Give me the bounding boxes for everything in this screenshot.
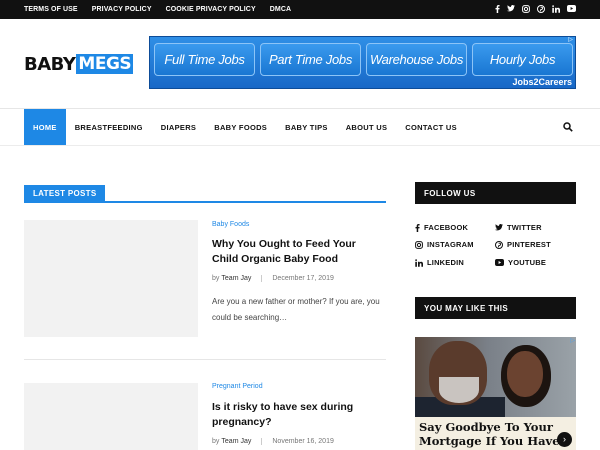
post-meta: by Team Jay December 17, 2019	[212, 275, 334, 282]
instagram-icon[interactable]	[522, 4, 530, 15]
nav-divider	[0, 145, 600, 146]
post-category[interactable]: Baby Foods	[212, 221, 249, 228]
post-by: by	[212, 275, 220, 282]
follow-youtube-link[interactable]: YOUTUBE	[495, 258, 546, 267]
post-item: Baby Foods Why You Ought to Feed Your Ch…	[24, 220, 386, 337]
follow-facebook-label: FACEBOOK	[424, 223, 469, 232]
pinterest-icon	[495, 240, 503, 249]
follow-facebook-link[interactable]: FACEBOOK	[415, 223, 468, 232]
ad-photo-woman	[507, 351, 543, 397]
nav-contact-us[interactable]: CONTACT US	[396, 109, 466, 145]
top-bar: TERMS OF USE PRIVACY POLICY COOKIE PRIVA…	[0, 0, 600, 19]
nav-baby-foods[interactable]: BABY FOODS	[205, 109, 276, 145]
logo-text-megs: MEGS	[76, 54, 134, 74]
meta-separator	[261, 275, 263, 282]
site-logo[interactable]: BABY MEGS	[24, 53, 134, 75]
post-date: December 17, 2019	[272, 275, 334, 282]
cookie-privacy-policy-link[interactable]: COOKIE PRIVACY POLICY	[166, 6, 256, 13]
post-author[interactable]: Team Jay	[221, 275, 251, 282]
dmca-link[interactable]: DMCA	[270, 6, 291, 13]
logo-text-baby: BABY	[24, 53, 76, 75]
follow-instagram-link[interactable]: INSTAGRAM	[415, 240, 474, 249]
linkedin-icon[interactable]	[552, 4, 560, 15]
post-excerpt: Are you a new father or mother? If you a…	[212, 297, 380, 322]
meta-separator	[261, 438, 263, 445]
youtube-icon[interactable]	[567, 5, 576, 14]
nav-home[interactable]: HOME	[24, 109, 66, 145]
post-category[interactable]: Pregnant Period	[212, 383, 263, 390]
follow-linkedin-label: LINKEDIN	[427, 258, 465, 267]
twitter-icon[interactable]	[507, 5, 515, 14]
privacy-policy-link[interactable]: PRIVACY POLICY	[92, 6, 152, 13]
nav-baby-tips[interactable]: BABY TIPS	[276, 109, 337, 145]
follow-twitter-link[interactable]: TWITTER	[495, 223, 542, 232]
youtube-icon	[495, 259, 504, 266]
ad-full-time-jobs-button[interactable]: Full Time Jobs	[154, 43, 255, 76]
ad-photo-beard	[439, 377, 479, 403]
follow-pinterest-label: PINTEREST	[507, 240, 551, 249]
post-thumbnail[interactable]	[24, 220, 198, 337]
facebook-icon[interactable]	[495, 4, 500, 15]
post-title[interactable]: Why You Ought to Feed Your Child Organic…	[212, 237, 384, 267]
nav-about-us[interactable]: ABOUT US	[337, 109, 397, 145]
follow-youtube-label: YOUTUBE	[508, 258, 547, 267]
post-divider	[24, 359, 386, 360]
ad-caption: Say Goodbye To Your Mortgage If You Have	[415, 417, 576, 450]
follow-instagram-label: INSTAGRAM	[427, 240, 474, 249]
post-title[interactable]: Is it risky to have sex during pregnancy…	[212, 400, 384, 430]
post-item: Pregnant Period Is it risky to have sex …	[24, 383, 386, 450]
ad-choices-icon[interactable]: ▷	[570, 337, 575, 344]
instagram-icon	[415, 240, 423, 249]
nav-diapers[interactable]: DIAPERS	[152, 109, 205, 145]
chevron-right-icon[interactable]: ›	[557, 432, 572, 447]
follow-us-title: FOLLOW US	[415, 182, 576, 204]
ad-brand: Jobs2Careers	[512, 77, 572, 87]
ad-warehouse-jobs-button[interactable]: Warehouse Jobs	[366, 43, 467, 76]
latest-posts-label: LATEST POSTS	[24, 184, 106, 203]
top-social-icons	[495, 0, 576, 19]
post-author[interactable]: Team Jay	[221, 438, 251, 445]
top-links: TERMS OF USE PRIVACY POLICY COOKIE PRIVA…	[24, 0, 305, 19]
post-date: November 16, 2019	[272, 438, 334, 445]
you-may-like-title: YOU MAY LIKE THIS	[415, 297, 576, 319]
search-icon[interactable]	[563, 122, 573, 132]
ad-hourly-jobs-button[interactable]: Hourly Jobs	[472, 43, 573, 76]
follow-linkedin-link[interactable]: LINKEDIN	[415, 258, 464, 267]
linkedin-icon	[415, 258, 423, 267]
twitter-icon	[495, 224, 503, 231]
sidebar-ad[interactable]: ▷ Say Goodbye To Your Mortgage If You Ha…	[415, 337, 576, 450]
pinterest-icon[interactable]	[537, 4, 545, 15]
follow-pinterest-link[interactable]: PINTEREST	[495, 240, 551, 249]
facebook-icon	[415, 223, 420, 232]
ad-part-time-jobs-button[interactable]: Part Time Jobs	[260, 43, 361, 76]
latest-posts-heading: LATEST POSTS	[24, 183, 386, 203]
post-thumbnail[interactable]	[24, 383, 198, 450]
header-ad-banner[interactable]: ▷ Full Time Jobs Part Time Jobs Warehous…	[149, 36, 576, 89]
nav-breastfeeding[interactable]: BREASTFEEDING	[66, 109, 152, 145]
follow-twitter-label: TWITTER	[507, 223, 542, 232]
post-meta: by Team Jay November 16, 2019	[212, 438, 334, 445]
main-nav: HOME BREASTFEEDING DIAPERS BABY FOODS BA…	[24, 109, 466, 145]
terms-of-use-link[interactable]: TERMS OF USE	[24, 6, 78, 13]
post-by: by	[212, 438, 220, 445]
